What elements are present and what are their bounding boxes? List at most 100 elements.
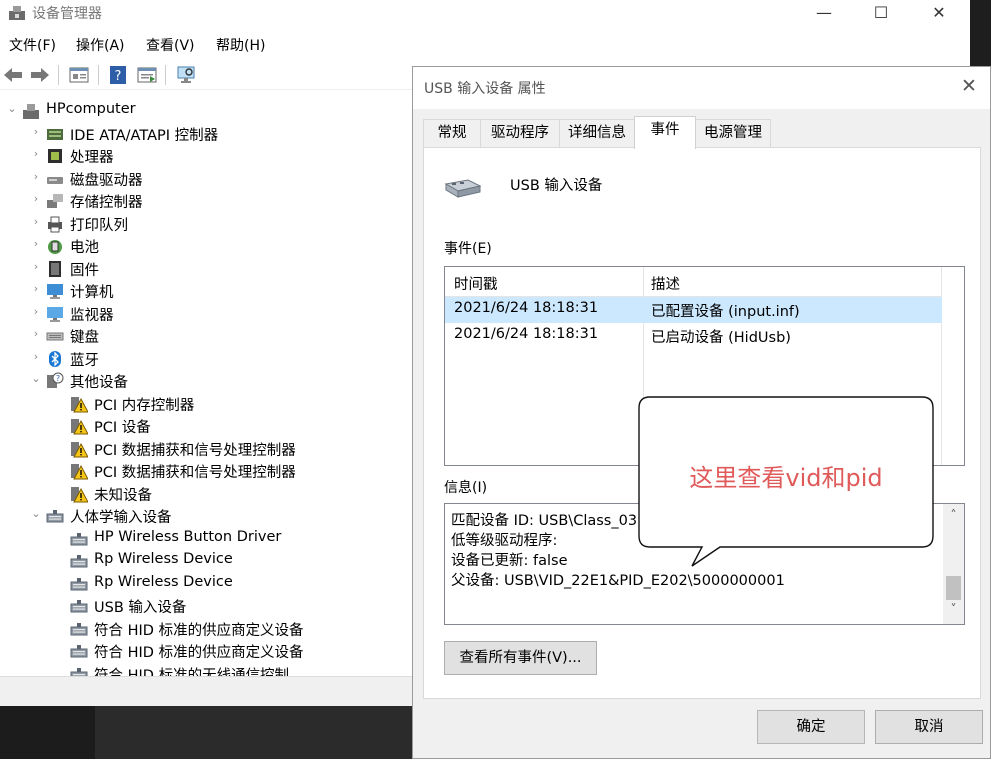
status-bar: [0, 676, 412, 706]
collapsed-chevron-icon[interactable]: ›: [30, 237, 42, 250]
tree-node-label: PCI 数据捕获和信号处理控制器: [94, 465, 296, 481]
info-line: 设备已更新: false: [451, 553, 568, 569]
usb-input-device-icon: [444, 179, 482, 198]
menu-view[interactable]: 查看(V): [146, 35, 195, 55]
info-line: 父设备: USB\VID_22E1&PID_E202\5000000001: [451, 573, 785, 589]
tab-power-management[interactable]: 电源管理: [695, 119, 771, 147]
toolbar-separator: [98, 65, 99, 85]
events-label: 事件(E): [444, 241, 492, 257]
collapsed-chevron-icon[interactable]: ›: [30, 125, 42, 138]
close-button[interactable]: ✕: [910, 0, 968, 28]
collapsed-chevron-icon[interactable]: ›: [30, 147, 42, 160]
menu-bar: 文件(F) 操作(A) 查看(V) 帮助(H): [0, 32, 970, 56]
taskbar: [0, 706, 412, 759]
tree-node-label: 符合 HID 标准的无线通信控制: [94, 667, 290, 677]
update-driver-icon[interactable]: [136, 64, 158, 86]
event-row[interactable]: 2021/6/24 18:18:31 已启动设备 (HidUsb): [445, 323, 942, 349]
expanded-chevron-icon[interactable]: ⌄: [30, 372, 42, 385]
tab-events[interactable]: 事件: [634, 116, 696, 149]
column-header-description[interactable]: 描述: [651, 273, 680, 294]
tab-details[interactable]: 详细信息: [559, 119, 635, 147]
menu-file[interactable]: 文件(F): [9, 35, 56, 55]
event-description: 已启动设备 (HidUsb): [651, 330, 791, 346]
annotation-callout: 这里查看vid和pid: [638, 396, 934, 568]
event-time: 2021/6/24 18:18:31: [454, 300, 599, 316]
tree-node-label: 其他设备: [70, 375, 128, 391]
view-all-events-button[interactable]: 查看所有事件(V)...: [444, 641, 597, 675]
info-line: 低等级驱动程序:: [451, 533, 558, 549]
collapsed-chevron-icon[interactable]: ›: [30, 305, 42, 318]
back-arrow-icon[interactable]: [2, 64, 24, 86]
collapsed-chevron-icon[interactable]: ›: [30, 260, 42, 273]
menu-action[interactable]: 操作(A): [76, 35, 125, 55]
tree-node-label: PCI 内存控制器: [94, 397, 195, 414]
info-label: 信息(I): [444, 480, 488, 496]
properties-icon[interactable]: [68, 64, 90, 86]
help-icon[interactable]: ?: [107, 64, 129, 86]
warning-device-icon: [71, 396, 88, 412]
svg-text:?: ?: [56, 374, 60, 383]
hid-icon: [70, 600, 88, 613]
warning-device-icon: [71, 486, 88, 502]
maximize-button[interactable]: ☐: [852, 0, 910, 28]
event-row[interactable]: 2021/6/24 18:18:31 已配置设备 (input.inf): [445, 297, 942, 323]
tree-node-label: HP Wireless Button Driver: [94, 528, 282, 545]
collapsed-chevron-icon[interactable]: ›: [30, 192, 42, 205]
menu-help[interactable]: 帮助(H): [216, 35, 265, 55]
tree-node-label: 符合 HID 标准的供应商定义设备: [94, 622, 304, 639]
minimize-button[interactable]: —: [795, 0, 853, 28]
forward-arrow-icon[interactable]: [29, 64, 51, 86]
tab-driver[interactable]: 驱动程序: [480, 119, 560, 147]
tree-node-label: 计算机: [70, 285, 114, 301]
info-line: 匹配设备 ID: USB\Class_03: [451, 513, 638, 529]
storage-controller-icon: [47, 194, 63, 208]
info-scrollbar[interactable]: ˄ ˅: [943, 504, 964, 624]
firmware-icon: [49, 260, 61, 277]
hid-icon: [70, 532, 88, 545]
tree-node-label: 蓝牙: [70, 352, 99, 369]
expanded-chevron-icon[interactable]: ⌄: [6, 102, 18, 115]
scroll-down-icon[interactable]: ˅: [943, 602, 964, 616]
hid-icon: [70, 555, 88, 568]
battery-icon: [48, 240, 62, 254]
warning-device-icon: [71, 464, 88, 480]
tree-node-label: HPcomputer: [46, 101, 136, 117]
hid-icon: [46, 510, 64, 523]
column-header-timestamp[interactable]: 时间戳: [454, 273, 498, 294]
collapsed-chevron-icon[interactable]: ›: [30, 170, 42, 183]
warning-device-icon: [71, 419, 88, 435]
expanded-chevron-icon[interactable]: ⌄: [30, 507, 42, 520]
printer-icon: [48, 216, 62, 232]
hid-icon: [70, 577, 88, 590]
computer-icon: [47, 284, 63, 299]
tab-general[interactable]: 常规: [423, 119, 481, 147]
scrollbar-thumb[interactable]: [946, 576, 961, 600]
hid-icon: [70, 622, 88, 635]
processor-icon: [48, 149, 62, 163]
ok-button[interactable]: 确定: [757, 710, 865, 744]
collapsed-chevron-icon[interactable]: ›: [30, 215, 42, 228]
monitor-icon: [47, 306, 63, 322]
collapsed-chevron-icon[interactable]: ›: [30, 350, 42, 363]
tree-node-label: 符合 HID 标准的供应商定义设备: [94, 645, 304, 661]
tree-node-label: 电池: [70, 240, 99, 256]
collapsed-chevron-icon[interactable]: ›: [30, 327, 42, 340]
computer-root-icon: [23, 104, 39, 119]
toolbar-separator: [58, 65, 59, 85]
tree-node-label: 存储控制器: [70, 195, 143, 211]
dialog-close-button[interactable]: ✕: [961, 75, 977, 97]
device-manager-app-icon: [9, 6, 25, 20]
events-header: 时间戳 描述: [445, 267, 942, 297]
cancel-button[interactable]: 取消: [875, 710, 983, 744]
tree-node-label: IDE ATA/ATAPI 控制器: [70, 127, 219, 144]
scroll-up-icon[interactable]: ˄: [943, 508, 964, 522]
keyboard-icon: [46, 332, 64, 341]
warning-device-icon: [71, 441, 88, 457]
scan-hardware-icon[interactable]: [175, 64, 197, 86]
tree-node-label: 键盘: [70, 330, 99, 346]
tree-node-label: 固件: [70, 262, 99, 279]
device-tree: ⌄ HPcomputer › IDE ATA/ATAPI 控制器 › 处理器 › 磁盘驱动器 ›…: [0, 96, 412, 676]
collapsed-chevron-icon[interactable]: ›: [30, 282, 42, 295]
tree-node-label: Rp Wireless Device: [94, 573, 233, 590]
taskbar-segment: [95, 706, 412, 759]
